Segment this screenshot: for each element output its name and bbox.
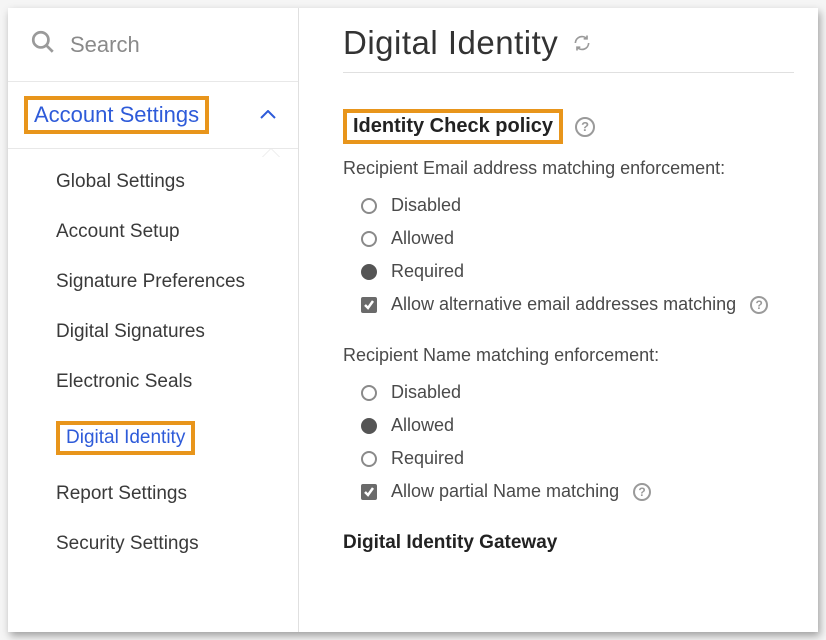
sidebar-item-digital-identity[interactable]: Digital Identity [8,407,298,469]
sidebar-item-digital-signatures[interactable]: Digital Signatures [8,307,298,357]
checkbox-label: Allow alternative email addresses matchi… [391,294,736,315]
checkbox-label: Allow partial Name matching [391,481,619,502]
email-matching-group: Recipient Email address matching enforce… [343,158,794,321]
sidebar-item-label: Digital Signatures [56,321,205,343]
radio-icon [361,264,377,280]
radio-name-required[interactable]: Required [343,442,794,475]
sidebar-item-label: Digital Identity [66,427,185,448]
highlight-account-settings: Account Settings [24,96,209,134]
sidebar: Search Account Settings Global Settings … [8,8,299,632]
radio-name-disabled[interactable]: Disabled [343,376,794,409]
option-label: Allowed [391,415,454,436]
search-icon [30,29,56,60]
radio-icon [361,198,377,214]
sidebar-item-security-settings[interactable]: Security Settings [8,519,298,569]
sidebar-nav: Global Settings Account Setup Signature … [8,149,298,569]
checkbox-allow-alt-email[interactable]: Allow alternative email addresses matchi… [343,288,794,321]
sidebar-item-label: Report Settings [56,483,187,505]
checkbox-allow-partial-name[interactable]: Allow partial Name matching ? [343,475,794,508]
sidebar-item-label: Security Settings [56,533,199,555]
gateway-heading: Digital Identity Gateway [343,532,794,554]
option-label: Disabled [391,195,461,216]
help-icon[interactable]: ? [633,483,651,501]
radio-name-allowed[interactable]: Allowed [343,409,794,442]
option-label: Disabled [391,382,461,403]
search-input[interactable]: Search [8,8,298,82]
radio-icon [361,418,377,434]
sidebar-item-account-setup[interactable]: Account Setup [8,207,298,257]
checkbox-icon [361,484,377,500]
radio-email-disabled[interactable]: Disabled [343,189,794,222]
name-matching-label: Recipient Name matching enforcement: [343,345,794,366]
sidebar-item-signature-preferences[interactable]: Signature Preferences [8,257,298,307]
highlight-digital-identity: Digital Identity [56,421,195,455]
help-icon[interactable]: ? [750,296,768,314]
page-title-row: Digital Identity [343,24,794,73]
option-label: Required [391,261,464,282]
policy-heading-row: Identity Check policy ? [343,109,794,144]
sidebar-item-report-settings[interactable]: Report Settings [8,469,298,519]
radio-icon [361,451,377,467]
page-title: Digital Identity [343,24,558,62]
radio-icon [361,385,377,401]
sidebar-item-label: Signature Preferences [56,271,245,293]
help-icon[interactable]: ? [575,117,595,137]
name-matching-group: Recipient Name matching enforcement: Dis… [343,345,794,508]
refresh-icon[interactable] [572,33,592,53]
sidebar-item-label: Electronic Seals [56,371,192,393]
chevron-up-icon [260,110,276,120]
option-label: Allowed [391,228,454,249]
radio-email-required[interactable]: Required [343,255,794,288]
option-label: Required [391,448,464,469]
checkbox-icon [361,297,377,313]
highlight-identity-check-policy: Identity Check policy [343,109,563,144]
radio-icon [361,231,377,247]
radio-email-allowed[interactable]: Allowed [343,222,794,255]
policy-heading: Identity Check policy [353,115,553,137]
search-placeholder: Search [70,32,140,58]
app-frame: Search Account Settings Global Settings … [8,8,818,632]
main-panel: Digital Identity Identity Check policy ?… [299,8,818,632]
sidebar-section-header[interactable]: Account Settings [8,82,298,149]
indicator-arrow-icon [262,148,280,157]
sidebar-item-electronic-seals[interactable]: Electronic Seals [8,357,298,407]
sidebar-item-label: Global Settings [56,171,185,193]
sidebar-section-label: Account Settings [34,102,199,127]
sidebar-item-global-settings[interactable]: Global Settings [8,157,298,207]
email-matching-label: Recipient Email address matching enforce… [343,158,794,179]
sidebar-item-label: Account Setup [56,221,180,243]
